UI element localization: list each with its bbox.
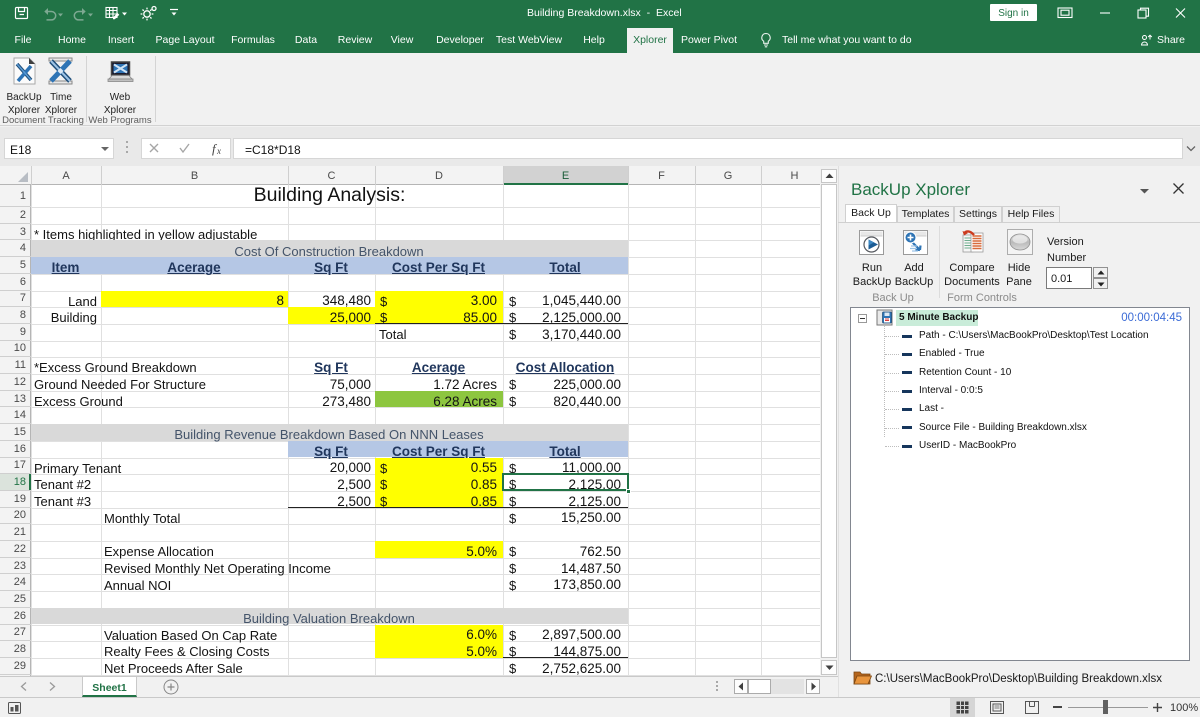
svg-text:x: x: [216, 146, 221, 156]
